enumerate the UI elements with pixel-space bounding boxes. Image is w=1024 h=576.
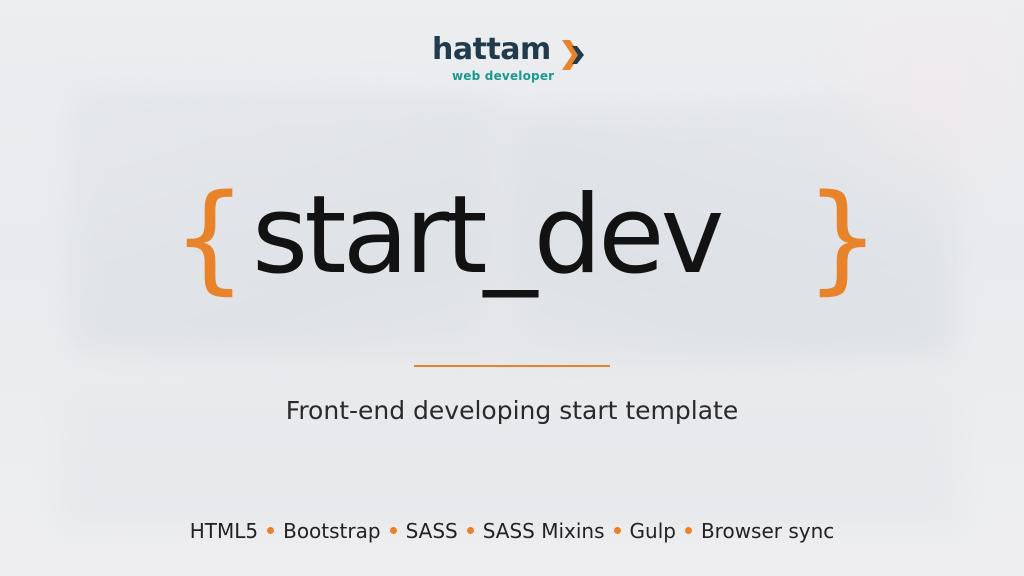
brand-logo: hattam web developer — [0, 32, 1024, 90]
hero-title-row: { start_dev } — [0, 178, 1024, 328]
tech-item-browser-sync: Browser sync — [700, 519, 835, 543]
technology-list: HTML5 Bootstrap SASS SASS Mixins Gulp Br… — [0, 519, 1024, 543]
double-chevron-right-icon — [562, 40, 584, 70]
bullet-dot-icon — [613, 526, 621, 534]
tech-item-sass: SASS — [405, 519, 458, 543]
bullet-dot-icon — [684, 526, 692, 534]
tech-item-html5: HTML5 — [189, 519, 259, 543]
tech-item-gulp: Gulp — [629, 519, 676, 543]
logo-tagline: web developer — [452, 69, 555, 83]
page-title: start_dev — [252, 173, 724, 298]
logo-wordmark: hattam — [432, 32, 551, 67]
logo-container: hattam web developer — [432, 32, 592, 90]
accent-divider — [414, 365, 610, 367]
bullet-dot-icon — [389, 526, 397, 534]
right-curly-brace: } — [805, 168, 881, 306]
tech-item-sass-mixins: SASS Mixins — [482, 519, 605, 543]
bullet-dot-icon — [466, 526, 474, 534]
bullet-dot-icon — [267, 526, 275, 534]
page-subtitle: Front-end developing start template — [285, 396, 739, 425]
tech-item-bootstrap: Bootstrap — [283, 519, 381, 543]
left-curly-brace: { — [172, 168, 248, 306]
